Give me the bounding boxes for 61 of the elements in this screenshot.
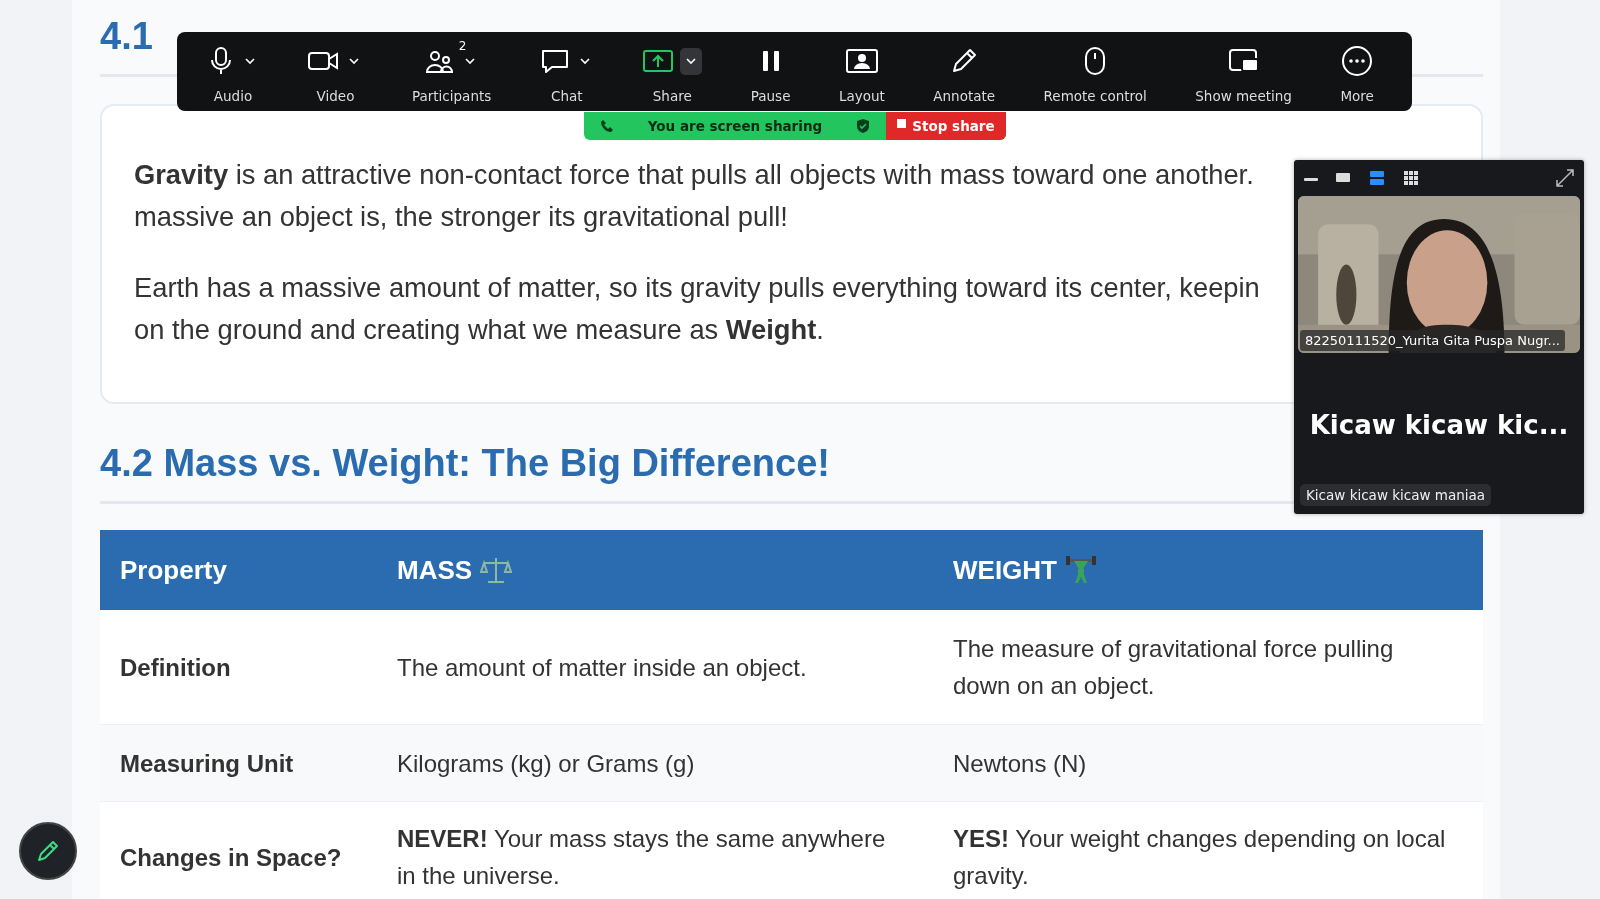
table-cell-text: Changes in Space? (119, 842, 343, 873)
toolbar-label: Participants (411, 88, 492, 104)
participant-name: 82250111520_Yurita Gita Puspa Nugr... (1300, 330, 1565, 351)
paragraph: Gravity is an attractive non-contact force that pulls all objects with mass toward one another. massive an object is, the stronger its gravitational pull! (134, 158, 1254, 234)
thumbnail-view-icon (1334, 170, 1352, 184)
remote-button[interactable] (1083, 46, 1108, 76)
caret-icon (349, 57, 360, 65)
toolbar-label: Annotate (933, 88, 996, 104)
caret-button[interactable] (680, 47, 703, 75)
phone-icon (600, 119, 614, 133)
table-cell-text: Newtons (N) (952, 748, 1088, 779)
shield-icon (856, 118, 870, 134)
grid-view-icon (1402, 170, 1420, 186)
participant-display-name: Kicaw kicaw kic... (1309, 410, 1569, 440)
toolbar-label: Show meeting (1195, 88, 1292, 104)
paragraph: Earth has a massive amount of matter, so its gravity pulls everything toward its center, keepin on the ground and creating what we measure as Weight. (134, 271, 1260, 347)
section-heading: 4.2 Mass vs. Weight: The Big Difference! (100, 441, 830, 485)
toolbar-label: Chat (551, 88, 583, 104)
caret-icon (686, 57, 697, 65)
table-cell-text: Definition (119, 652, 232, 683)
column-header: WEIGHT (953, 554, 1057, 586)
more-icon (1341, 45, 1374, 77)
stop-share-button[interactable]: Stop share (886, 112, 1006, 140)
chat-bubble-icon (539, 47, 570, 75)
toolbar-label: Audio (213, 88, 253, 104)
participant-name: Kicaw kicaw kicaw maniaa (1300, 484, 1492, 506)
toolbar-label: Pause (750, 88, 791, 104)
participant-count: 2 (458, 39, 467, 53)
weightlifter-icon (1065, 555, 1097, 585)
table-cell-text: The measure of gravitational force pulling down on an object. (952, 634, 1395, 701)
toolbar-label: Video (316, 88, 355, 104)
pencil-icon (35, 838, 61, 864)
mouse-icon (1083, 46, 1108, 76)
stacked-view-icon (1368, 170, 1386, 186)
table-cell-text: Measuring Unit (119, 748, 295, 779)
toolbar-label: Layout (838, 88, 885, 104)
expand-icon (1554, 167, 1576, 189)
scale-icon (480, 555, 513, 585)
annotate-button[interactable] (19, 822, 77, 880)
table-cell-text: NEVER! Your mass stays the same anywhere in the universe. (396, 824, 887, 891)
table-cell-text: Kilograms (kg) or Grams (g) (396, 748, 696, 779)
table-cell-text: The amount of matter inside an object. (396, 652, 808, 683)
column-header: Property (120, 554, 227, 586)
toolbar-label: More (1340, 88, 1374, 104)
table-cell-text: YES! Your weight changes depending on local gravity. (952, 824, 1447, 891)
section-heading: 4.1 (100, 14, 153, 58)
layout-button[interactable] (844, 47, 879, 75)
layout-icon (844, 47, 879, 75)
more-button[interactable] (1341, 45, 1374, 77)
caret-icon (579, 57, 590, 65)
minimize-icon (1304, 178, 1318, 181)
caret-icon (464, 57, 475, 65)
chat-button[interactable] (539, 47, 570, 75)
expand-button[interactable] (1554, 167, 1576, 189)
column-header: MASS (397, 554, 473, 586)
toolbar-label: Remote control (1043, 88, 1147, 104)
caret-icon (245, 57, 255, 65)
toolbar-label: Share (652, 88, 692, 104)
sharing-status: You are screen sharing (646, 118, 824, 134)
share-screen-icon (642, 48, 675, 74)
share-button[interactable] (642, 48, 675, 74)
